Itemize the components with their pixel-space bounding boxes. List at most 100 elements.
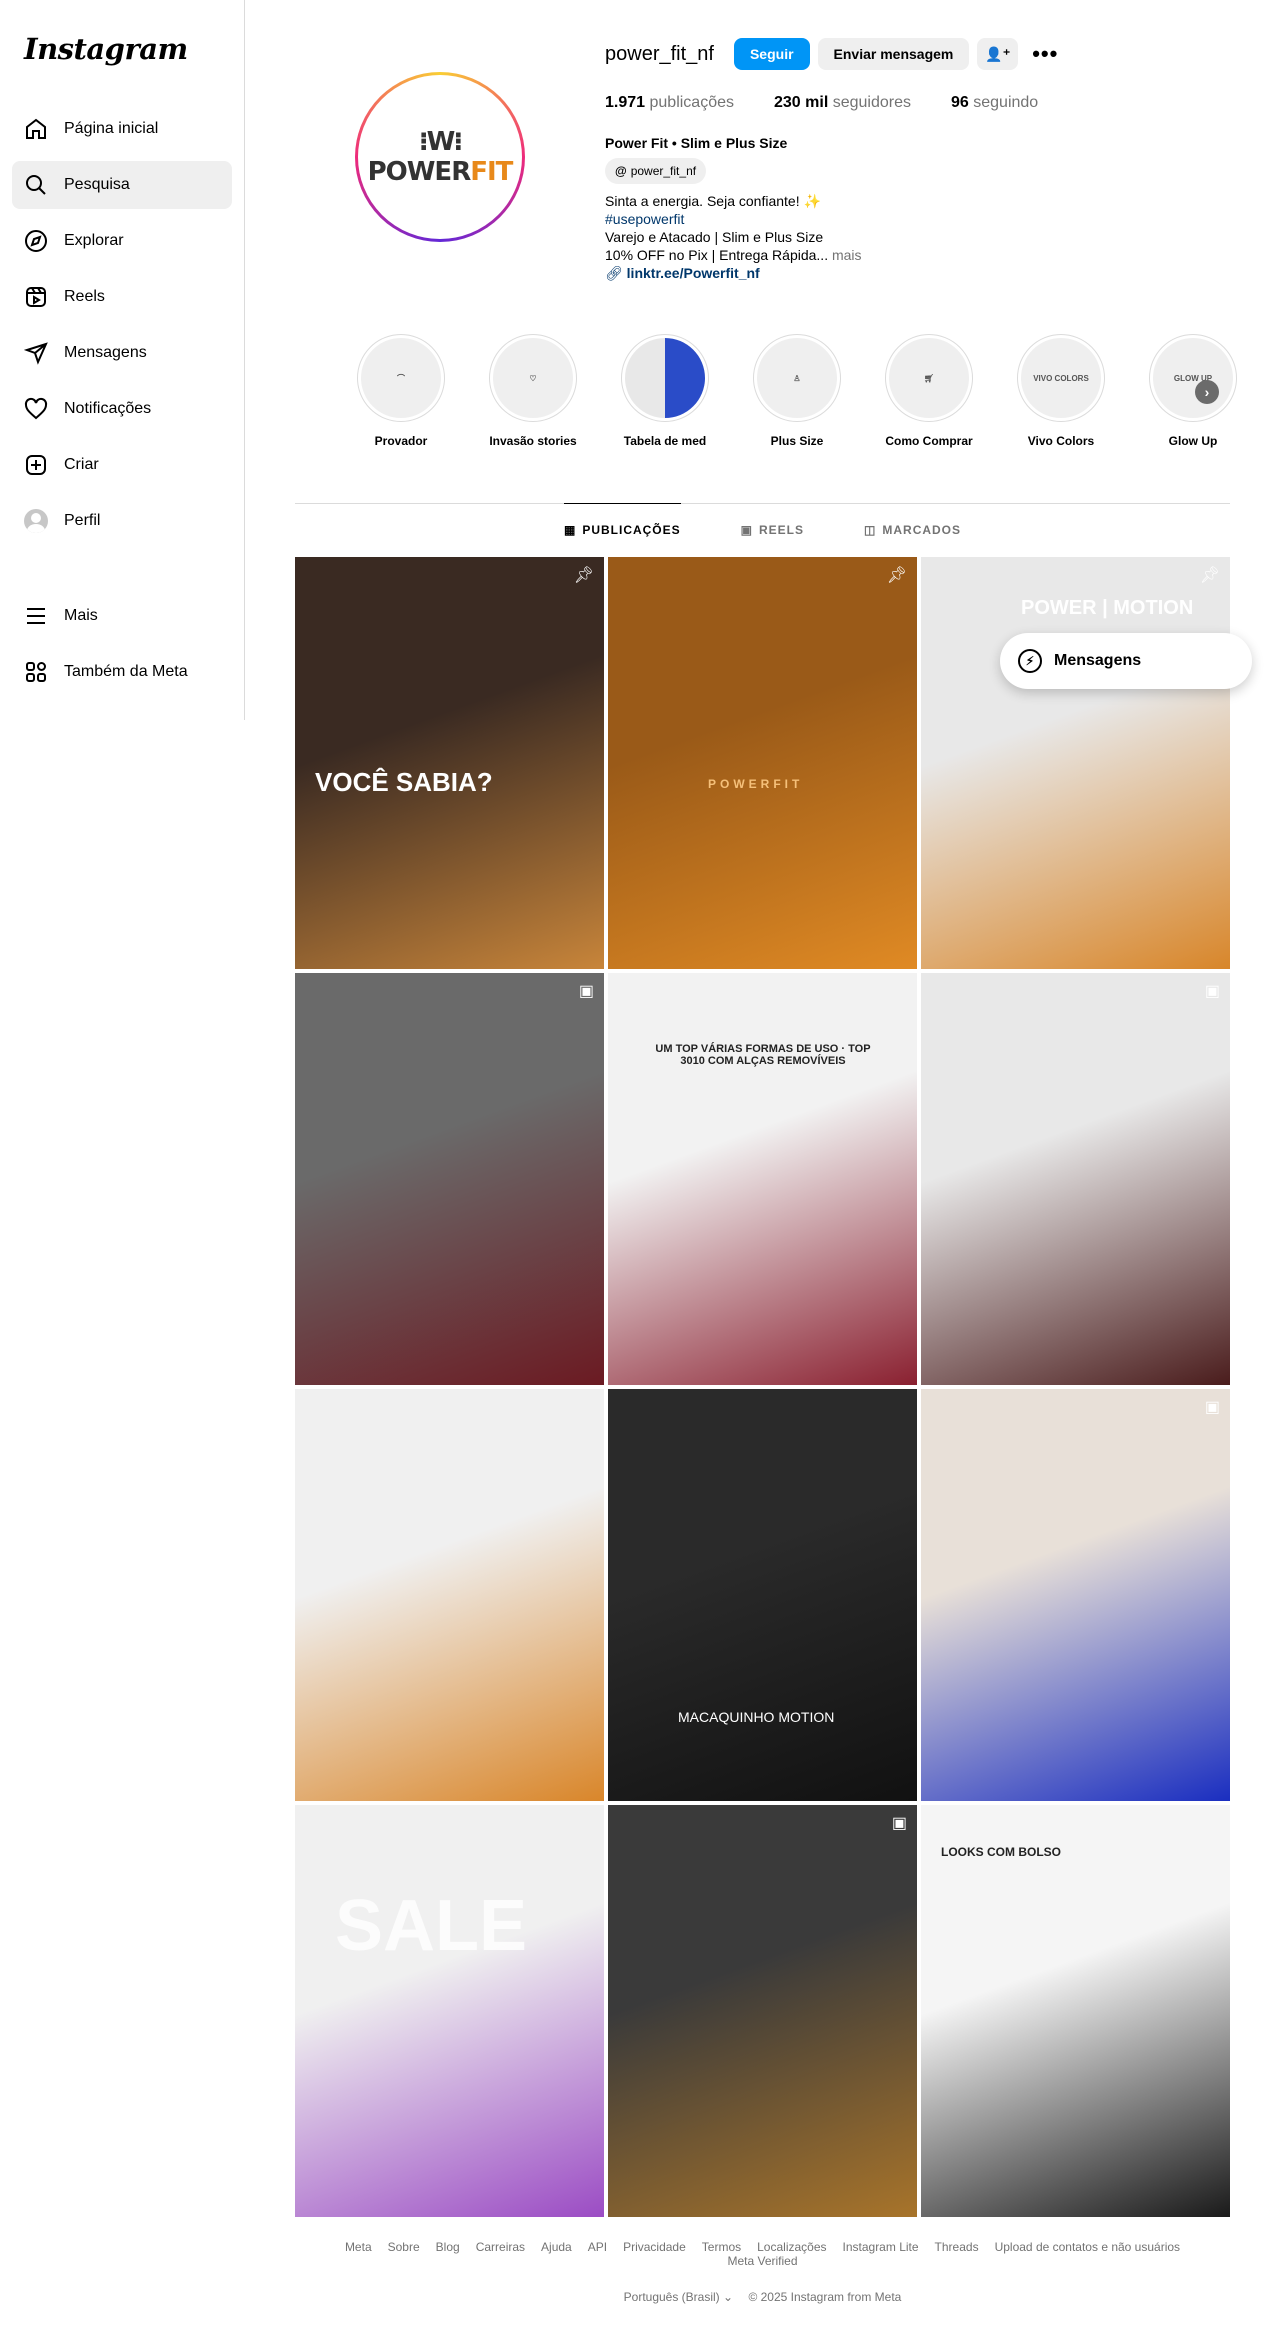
sidebar-item-label: Mensagens	[64, 344, 147, 361]
size-chart-thumb	[625, 338, 705, 418]
threads-badge[interactable]: @ power_fit_nf	[605, 158, 707, 184]
sidebar-item-search[interactable]: Pesquisa	[12, 161, 232, 209]
sidebar-item-label: Reels	[64, 288, 105, 305]
profile-bio: Power Fit • Slim e Plus Size @ power_fit_…	[605, 134, 1225, 282]
post-thumbnail[interactable]: UM TOP VÁRIAS FORMAS DE USO · TOP 3010 C…	[608, 973, 917, 1385]
profile-username: power_fit_nf	[605, 42, 714, 65]
footer-link[interactable]: Privacidade	[623, 2240, 686, 2254]
reel-icon: ▣	[1204, 1399, 1220, 1416]
footer-link[interactable]: Meta Verified	[727, 2254, 797, 2268]
posts-count: 1.971 publicações	[605, 94, 734, 111]
post-thumbnail[interactable]: 📌︎ POWER | MOTION	[921, 557, 1230, 969]
post-thumbnail[interactable]: MACAQUINHO MOTION	[608, 1389, 917, 1801]
sidebar-item-notifications[interactable]: Notificações	[12, 385, 232, 433]
footer-link[interactable]: Localizações	[757, 2240, 826, 2254]
bio-more-link[interactable]: mais	[832, 247, 862, 263]
sidebar-item-explore[interactable]: Explorar	[12, 217, 232, 265]
tab-tagged[interactable]: ◫ MARCADOS	[864, 503, 961, 555]
messages-floating-button[interactable]: ⚡︎ Mensagens	[1000, 633, 1252, 689]
chevron-down-icon[interactable]: ⌄	[723, 2290, 733, 2304]
heart-pin-icon: ♡	[493, 338, 573, 418]
sidebar-item-label: Página inicial	[64, 120, 159, 137]
post-overlay-text: POWER | MOTION	[1021, 597, 1194, 619]
footer-bottom: Português (Brasil) ⌄ © 2025 Instagram fr…	[295, 2290, 1230, 2304]
messenger-icon	[24, 341, 48, 365]
highlight-item[interactable]: ⌒ Provador	[335, 334, 467, 448]
post-thumbnail[interactable]: ▣	[921, 973, 1230, 1385]
post-thumbnail[interactable]: LOOKS COM BOLSO	[921, 1805, 1230, 2217]
profile-avatar[interactable]: ⁝W⁝ POWERFIT	[355, 72, 525, 242]
footer-link[interactable]: Threads	[935, 2240, 979, 2254]
highlight-item[interactable]: ♙ Plus Size	[731, 334, 863, 448]
bio-hashtag[interactable]: #usepowerfit	[605, 210, 1225, 228]
pin-icon: 📌︎	[573, 567, 594, 584]
footer-link[interactable]: Upload de contatos e não usuários	[995, 2240, 1180, 2254]
footer-link[interactable]: API	[588, 2240, 607, 2254]
menu-icon	[24, 604, 48, 628]
grid-icon: ▦	[563, 522, 577, 537]
threads-icon: @	[615, 164, 627, 178]
profile-info: power_fit_nf Seguir Enviar mensagem 👤⁺ •…	[605, 38, 1225, 282]
bio-line-2: Varejo e Atacado | Slim e Plus Size	[605, 229, 824, 245]
post-thumbnail[interactable]: ▣	[295, 973, 604, 1385]
posts-grid: 📌︎ VOCÊ SABIA? 📌︎ POWERFIT 📌︎ POWER | MOTION ▣…	[295, 557, 1230, 2217]
post-thumbnail[interactable]: 📌︎ POWERFIT	[608, 557, 917, 969]
footer-links: Meta Sobre Blog Carreiras Ajuda API Privacidad…	[295, 2240, 1230, 2268]
profile-tabs: ▦ PUBLICAÇÕES ▣ REELS ◫ MARCADOS	[295, 503, 1230, 555]
language-select[interactable]: Português (Brasil)	[624, 2290, 720, 2304]
powerfit-logo-mark: ⁝W⁝	[418, 127, 463, 157]
sidebar-item-label: Perfil	[64, 512, 101, 529]
footer-link[interactable]: Sobre	[388, 2240, 420, 2254]
sidebar-item-create[interactable]: Criar	[12, 441, 232, 489]
sidebar-item-label: Notificações	[64, 400, 152, 417]
options-icon[interactable]: •••	[1032, 41, 1058, 67]
sidebar-item-label: Criar	[64, 456, 99, 473]
sidebar-item-label: Mais	[64, 607, 98, 624]
pin-icon: 📌︎	[1199, 567, 1220, 584]
following-count[interactable]: 96 seguindo	[951, 94, 1038, 112]
sidebar-item-profile[interactable]: Perfil	[12, 497, 232, 545]
heart-icon	[24, 397, 48, 421]
post-overlay-text: MACAQUINHO MOTION	[678, 1709, 835, 1725]
bio-link[interactable]: 🔗︎ linktr.ee/Powerfit_nf	[605, 264, 1225, 282]
footer-link[interactable]: Meta	[345, 2240, 372, 2254]
sidebar-bottom-nav: Mais Também da Meta	[12, 592, 232, 704]
suggested-users-button[interactable]: 👤⁺	[977, 38, 1019, 70]
sidebar-item-messages[interactable]: Mensagens	[12, 329, 232, 377]
instagram-logo[interactable]: Instagram	[24, 32, 188, 66]
send-message-button[interactable]: Enviar mensagem	[817, 38, 970, 70]
bio-line-3: 10% OFF no Pix | Entrega Rápida... mais	[605, 247, 862, 263]
avatar-icon	[24, 509, 48, 533]
footer-link[interactable]: Ajuda	[541, 2240, 572, 2254]
post-thumbnail[interactable]: ▣	[608, 1805, 917, 2217]
highlight-item[interactable]: VIVO COLORS Vivo Colors	[995, 334, 1127, 448]
tab-reels[interactable]: ▣ REELS	[741, 503, 804, 555]
follow-button[interactable]: Seguir	[733, 38, 810, 70]
reel-icon: ▣	[1204, 983, 1220, 1000]
footer-link[interactable]: Blog	[436, 2240, 460, 2254]
post-thumbnail[interactable]: SALE	[295, 1805, 604, 2217]
chevron-right-icon[interactable]: ›	[1195, 380, 1219, 404]
plus-icon	[24, 453, 48, 477]
tagged-icon: ◫	[864, 522, 877, 537]
footer-link[interactable]: Termos	[702, 2240, 741, 2254]
highlight-item[interactable]: GLOW UP Glow Up	[1127, 334, 1259, 448]
sidebar-item-meta[interactable]: Também da Meta	[12, 648, 232, 696]
post-thumbnail[interactable]: ▣	[921, 1389, 1230, 1801]
post-thumbnail[interactable]	[295, 1389, 604, 1801]
sidebar-item-reels[interactable]: Reels	[12, 273, 232, 321]
footer-link[interactable]: Carreiras	[476, 2240, 525, 2254]
reel-icon: ▣	[578, 983, 594, 1000]
highlight-item[interactable]: Tabela de med	[599, 334, 731, 448]
followers-count[interactable]: 230 mil seguidores	[774, 94, 911, 112]
sidebar-item-label: Pesquisa	[64, 176, 130, 193]
sidebar-item-more[interactable]: Mais	[12, 592, 232, 640]
sidebar-item-home[interactable]: Página inicial	[12, 105, 232, 153]
hanger-icon: ⌒	[361, 338, 441, 418]
highlight-item[interactable]: 🛒︎ Como Comprar	[863, 334, 995, 448]
post-thumbnail[interactable]: 📌︎ VOCÊ SABIA?	[295, 557, 604, 969]
footer-link[interactable]: Instagram Lite	[843, 2240, 919, 2254]
tab-posts[interactable]: ▦ PUBLICAÇÕES	[563, 503, 681, 555]
highlight-item[interactable]: ♡ Invasão stories	[467, 334, 599, 448]
add-person-icon: 👤⁺	[985, 45, 1011, 62]
